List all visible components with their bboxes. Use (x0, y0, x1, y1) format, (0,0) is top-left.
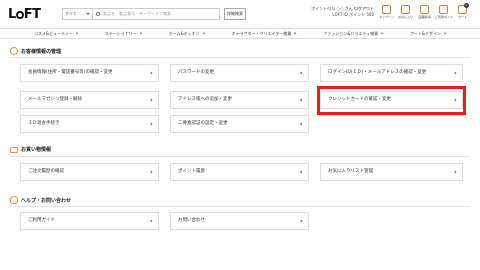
chevron-down-icon (380, 31, 384, 35)
mypage-link[interactable]: マイページ (378, 5, 395, 19)
card-label: 会員情報(住所・電話番号等)の確認・変更 (28, 70, 113, 75)
chevron-down-icon (443, 31, 447, 35)
card-label: お問い合わせ (178, 218, 205, 223)
search-category-value: すべて (65, 11, 77, 16)
nav-label: ホーム&キッチン (168, 31, 200, 36)
logout-link[interactable]: ログアウト (354, 6, 374, 11)
chevron-right-icon (299, 122, 303, 126)
store-icon (420, 5, 429, 14)
search-input[interactable]: 製品名・製品番号・キーワードで検索 (92, 8, 220, 20)
chevron-down-icon (86, 13, 90, 15)
detail-search-button[interactable]: 詳細検索 (224, 8, 246, 20)
card-label: 二要素認証の設定・変更 (178, 121, 228, 126)
card-label: ご注文履歴の確認 (28, 169, 64, 174)
search-bar: すべて 製品名・製品番号・キーワードで検索 詳細検索 (62, 8, 246, 20)
header-icon-group: マイページ お気に入り 店舗情報 ご利用ガイド 0 カート (378, 3, 471, 19)
card-label: ご利用ガイド (28, 218, 55, 223)
nav-label: アート&デザイン (410, 31, 441, 36)
chevron-right-icon (299, 98, 303, 102)
nav-label: ファッション&バラエティ雑貨 (323, 31, 379, 36)
chevron-right-icon (299, 71, 303, 75)
divider (10, 57, 470, 58)
person-icon (382, 5, 391, 14)
person-icon (10, 47, 18, 55)
card-label: ポイント履歴 (178, 169, 205, 174)
card-member-info[interactable]: 会員情報(住所・電話番号等)の確認・変更 (20, 64, 159, 82)
category-nav: コスメ&ビューティー ステーショナリー ホーム&キッチン キャラクター・クリエイ… (0, 28, 480, 39)
favorites-link[interactable]: お気に入り (397, 5, 414, 19)
section-title-text: お買い物情報 (21, 147, 52, 153)
card-label: アドレス帳への追加・変更 (178, 97, 232, 102)
card-order-history[interactable]: ご注文履歴の確認 (20, 163, 159, 181)
card-favorites[interactable]: お気に入りリスト管理 (320, 163, 463, 181)
cart-label: カート (457, 15, 467, 19)
divider (10, 156, 470, 157)
favorites-label: お気に入り (397, 15, 413, 19)
chevron-down-icon (75, 31, 79, 35)
chevron-right-icon (453, 71, 457, 75)
chevron-right-icon (453, 170, 457, 174)
card-address-book[interactable]: アドレス帳への追加・変更 (170, 91, 309, 109)
chevron-right-icon (149, 71, 153, 75)
user-points: LOFT ID ポイント 500 (332, 12, 374, 17)
chevron-right-icon (299, 170, 303, 174)
nav-art[interactable]: アート&デザイン (410, 29, 447, 38)
nav-cosme[interactable]: コスメ&ビューティー (34, 29, 79, 38)
chevron-right-icon (299, 219, 303, 223)
cart-icon (10, 146, 18, 153)
search-placeholder: 製品名・製品番号・キーワードで検索 (103, 11, 171, 16)
cart-link[interactable]: 0 カート (454, 3, 471, 19)
chevron-right-icon (149, 122, 153, 126)
chevron-down-icon (202, 31, 206, 35)
nav-fashion[interactable]: ファッション&バラエティ雑貨 (323, 29, 384, 38)
card-label: パスワードの変更 (178, 70, 214, 75)
nav-home-kitchen[interactable]: ホーム&キッチン (168, 29, 206, 38)
card-mail-magazine[interactable]: メールマガジン登録・解除 (20, 91, 159, 109)
divider (10, 206, 470, 207)
section-title-help: ヘルプ・お問い合わせ (10, 196, 71, 204)
section-title-text: ヘルプ・お問い合わせ (21, 197, 72, 204)
card-point-history[interactable]: ポイント履歴 (170, 163, 309, 181)
heart-icon (401, 5, 410, 14)
card-user-guide[interactable]: ご利用ガイド (20, 212, 159, 230)
card-label: メールマガジン登録・解除 (28, 97, 82, 102)
chevron-right-icon (149, 219, 153, 223)
card-contact[interactable]: お問い合わせ (170, 212, 309, 230)
card-label: ログインID(ＩＤ)・メールアドレスの確認・変更 (328, 70, 427, 75)
card-login-id[interactable]: ログインID(ＩＤ)・メールアドレスの確認・変更 (320, 64, 463, 82)
headset-icon (10, 196, 18, 204)
user-greeting: ポイント付与 ○○ さん (311, 6, 353, 11)
store-label: 店舗情報 (418, 15, 431, 19)
nav-character[interactable]: キャラクター・クリエイター雑貨 (232, 29, 297, 38)
nav-label: ステーショナリー (104, 31, 137, 36)
card-two-factor[interactable]: 二要素認証の設定・変更 (170, 115, 309, 133)
nav-label: コスメ&ビューティー (34, 31, 73, 36)
loft-logo[interactable]: L FT (8, 7, 41, 22)
site-header: L FT すべて 製品名・製品番号・キーワードで検索 詳細検索 ポイント付与 ○○… (0, 0, 480, 28)
card-password[interactable]: パスワードの変更 (170, 64, 309, 82)
search-icon (96, 12, 100, 16)
guide-icon (439, 5, 448, 14)
chevron-down-icon (293, 31, 297, 35)
chevron-right-icon (149, 98, 153, 102)
nav-label: キャラクター・クリエイター雑貨 (231, 31, 292, 36)
section-title-text: お客様情報の管理 (21, 48, 62, 55)
card-label: お気に入りリスト管理 (328, 169, 373, 174)
guide-label: ご利用ガイド (435, 15, 454, 19)
card-label: ＩＤ退会手続き (28, 121, 60, 126)
store-link[interactable]: 店舗情報 (416, 5, 433, 19)
user-info: ポイント付与 ○○ さん ログアウト LOFT ID ポイント 500 (298, 6, 374, 18)
guide-link[interactable]: ご利用ガイド (435, 5, 454, 19)
highlight-box (317, 86, 466, 115)
section-title-shopping: お買い物情報 (10, 146, 51, 153)
card-withdraw[interactable]: ＩＤ退会手続き (20, 115, 159, 133)
search-category-select[interactable]: すべて (62, 8, 92, 20)
cart-count-badge: 0 (464, 3, 469, 8)
chevron-right-icon (149, 170, 153, 174)
chevron-down-icon (139, 31, 143, 35)
cart-icon: 0 (458, 3, 469, 14)
mypage-label: マイページ (379, 15, 394, 19)
section-title-account: お客様情報の管理 (10, 47, 61, 55)
nav-stationery[interactable]: ステーショナリー (104, 29, 143, 38)
